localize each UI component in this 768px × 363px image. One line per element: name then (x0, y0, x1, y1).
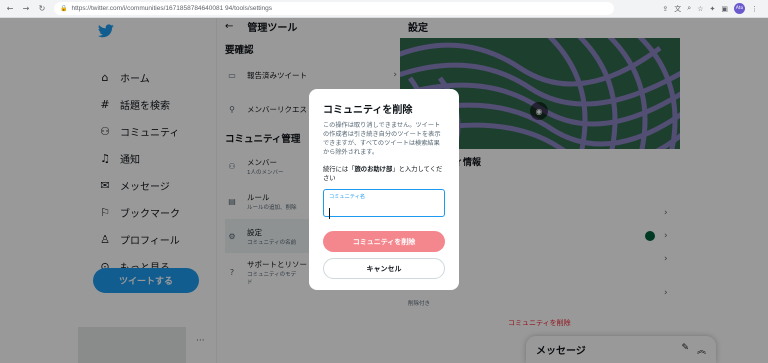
instruction-community-name: 旅のお助け部 (354, 166, 393, 173)
sidepanel-icon[interactable]: ▣ (721, 5, 728, 13)
dialog-description: この操作は取り消しできません。ツイートの作成者は引き続き自分のツイートを表示でき… (323, 122, 441, 156)
cancel-button[interactable]: キャンセル (323, 258, 445, 279)
forward-arrow-icon[interactable]: → (20, 3, 32, 15)
lock-icon: 🔒 (60, 6, 68, 12)
translate-icon[interactable]: 文 (674, 4, 681, 14)
delete-community-dialog: コミュニティを削除 この操作は取り消しできません。ツイートの作成者は引き続き自分… (309, 89, 459, 290)
community-name-field[interactable]: コミュニティ名 (323, 189, 445, 219)
profile-avatar[interactable]: Ato (734, 3, 745, 14)
delete-community-button[interactable]: コミュニティを削除 (323, 231, 445, 252)
kebab-menu-icon[interactable]: ⋮ (751, 5, 758, 13)
back-arrow-icon[interactable]: ← (4, 3, 16, 15)
extensions-icon[interactable]: ✦ (710, 5, 716, 13)
browser-toolbar: ← → ↻ 🔒 https://twitter.com/i/communitie… (0, 0, 768, 18)
url-text: https://twitter.com/i/communities/167185… (71, 5, 273, 12)
share-icon[interactable]: ⇪ (662, 5, 668, 13)
star-icon[interactable]: ☆ (697, 5, 703, 13)
address-bar[interactable]: 🔒 https://twitter.com/i/communities/1671… (54, 2, 614, 15)
field-label: コミュニティ名 (329, 194, 366, 200)
dialog-title: コミュニティを削除 (323, 105, 413, 116)
zoom-icon[interactable]: ⌕ (687, 4, 691, 13)
community-name-input[interactable] (329, 207, 439, 219)
reload-icon[interactable]: ↻ (36, 3, 48, 15)
instruction-prefix: 続行には「 (323, 166, 355, 173)
dialog-instruction: 続行には「旅のお助け部」と入力してください (323, 165, 445, 183)
